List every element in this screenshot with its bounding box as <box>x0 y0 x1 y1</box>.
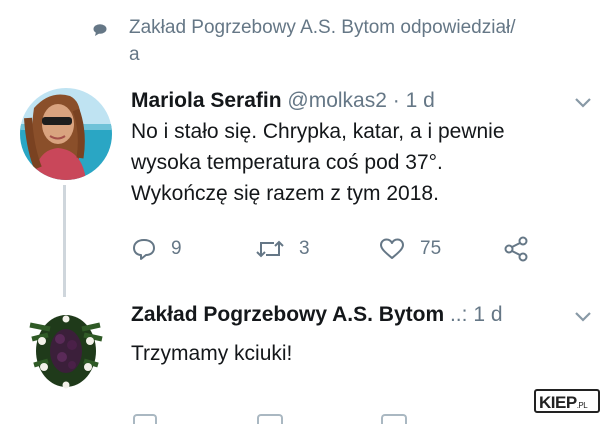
tweet2-actions-partial <box>131 410 531 424</box>
heart-icon <box>380 238 404 259</box>
author-handle[interactable]: @molkas2 <box>287 89 387 112</box>
retweet-button[interactable]: 3 <box>255 234 310 264</box>
tweet-text: No i stało się. Chrypka, katar, a i pewn… <box>131 116 561 209</box>
retweet-icon[interactable] <box>257 414 283 424</box>
avatar[interactable] <box>20 88 112 180</box>
chevron-down-icon[interactable] <box>574 97 592 109</box>
tweet-text-line: No i stało się. Chrypka, katar, a i pewn… <box>131 120 505 143</box>
chevron-down-icon[interactable] <box>574 311 592 323</box>
profile-photo-icon <box>20 88 112 180</box>
watermark-suffix: .PL <box>576 401 588 410</box>
truncation-ellipsis: ..: <box>449 303 468 326</box>
like-button[interactable]: 75 <box>378 234 441 264</box>
separator-dot: · <box>392 89 400 112</box>
reply-context-line2: a <box>129 44 140 65</box>
heart-icon[interactable] <box>381 414 407 424</box>
tweet2-header: Zakład Pogrzebowy A.S. Bytom ..: 1 d <box>131 300 503 330</box>
speech-bubble-icon <box>93 24 107 36</box>
reply-count: 9 <box>171 238 182 259</box>
timestamp[interactable]: 1 d <box>406 89 435 112</box>
wreath-icon <box>20 305 112 397</box>
tweet-actions: 9 3 75 <box>131 234 541 264</box>
avatar[interactable] <box>20 305 112 397</box>
author-name[interactable]: Mariola Serafin <box>131 89 282 112</box>
tweet-text-line: Wykończę się razem z tym 2018. <box>131 182 439 205</box>
reply-icon <box>133 239 155 260</box>
author-name[interactable]: Zakład Pogrzebowy A.S. Bytom <box>131 303 444 326</box>
retweet-count: 3 <box>299 238 310 259</box>
reply-context-text[interactable]: Zakład Pogrzebowy A.S. Bytom odpowiedzia… <box>129 14 589 68</box>
retweet-icon <box>256 240 284 258</box>
share-icon <box>504 236 528 262</box>
tweet-text-line: wysoka temperatura coś pod 37°. <box>131 151 443 174</box>
watermark-text: KIEP <box>539 393 577 412</box>
tweet-text: Trzymamy kciuki! <box>131 342 293 365</box>
share-button[interactable] <box>503 234 531 264</box>
watermark-logo: KIEP.PL <box>534 389 600 413</box>
reply-button[interactable]: 9 <box>131 234 182 264</box>
thread-line <box>63 185 66 297</box>
timestamp[interactable]: 1 d <box>473 303 502 326</box>
like-count: 75 <box>420 238 442 259</box>
reply-icon[interactable] <box>133 414 157 424</box>
tweet1-header: Mariola Serafin @molkas2 · 1 d <box>131 86 435 116</box>
reply-context-line1: Zakład Pogrzebowy A.S. Bytom odpowiedzia… <box>129 17 516 38</box>
